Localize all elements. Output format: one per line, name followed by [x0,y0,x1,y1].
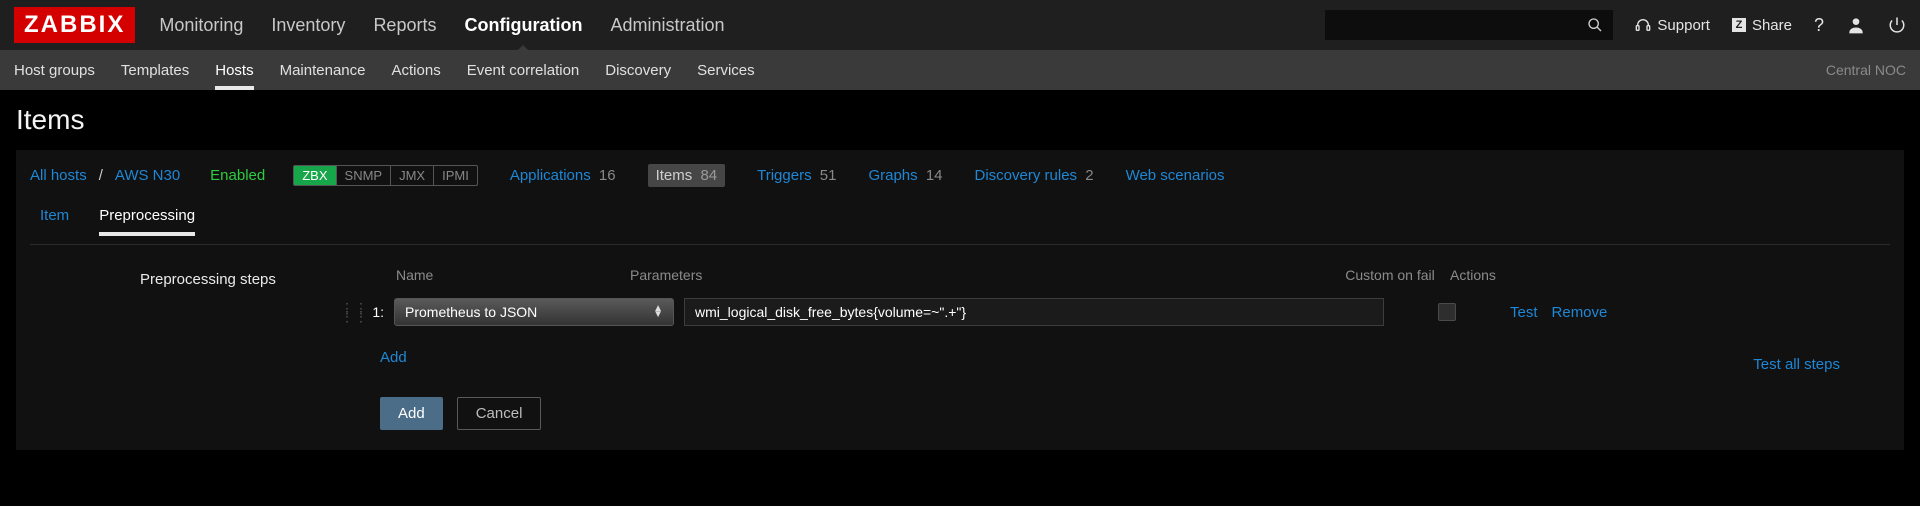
applications-label: Applications [510,167,591,184]
drag-handle-icon[interactable]: ⋮⋮⋮⋮ [340,304,356,320]
triggers-count: 51 [820,167,837,184]
graphs-count: 14 [926,167,943,184]
nav-monitoring[interactable]: Monitoring [159,0,243,50]
add-step-link[interactable]: Add [380,349,407,366]
tabs-underline [30,244,1890,245]
form-tabs: Item Preprocessing [30,207,1890,236]
subnav-discovery[interactable]: Discovery [605,50,671,90]
share-link[interactable]: Z Share [1732,17,1792,34]
step-type-select[interactable]: Prometheus to JSON ▲▼ [394,298,674,326]
breadcrumb-sep: / [99,167,103,184]
test-all-steps-link[interactable]: Test all steps [1753,356,1840,373]
graphs-label: Graphs [868,167,917,184]
nav-reports[interactable]: Reports [373,0,436,50]
nav-administration[interactable]: Administration [610,0,724,50]
iface-snmp: SNMP [337,166,392,185]
col-name-header: Name [340,267,630,283]
applications-link[interactable]: Applications 16 [510,167,616,184]
cancel-button[interactable]: Cancel [457,397,542,430]
iface-zbx: ZBX [294,166,336,185]
step-param-input[interactable] [684,298,1384,326]
host-name-link[interactable]: AWS N30 [115,167,180,184]
triggers-label: Triggers [757,167,811,184]
subnav-actions[interactable]: Actions [392,50,441,90]
support-link[interactable]: Support [1635,17,1710,34]
web-scenarios-link[interactable]: Web scenarios [1126,167,1225,184]
triggers-link[interactable]: Triggers 51 [757,167,836,184]
sub-nav: Host groups Templates Hosts Maintenance … [0,50,1920,90]
select-arrows-icon: ▲▼ [653,306,663,318]
step-test-link[interactable]: Test [1510,304,1538,321]
subnav-host-groups[interactable]: Host groups [14,50,95,90]
context-label: Central NOC [1826,62,1906,78]
step-remove-link[interactable]: Remove [1552,304,1608,321]
help-button[interactable]: ? [1814,15,1824,36]
iface-jmx: JMX [391,166,434,185]
host-breadcrumb: All hosts / AWS N30 Enabled ZBX SNMP JMX… [30,164,1890,187]
user-icon[interactable] [1846,15,1866,35]
nav-inventory[interactable]: Inventory [271,0,345,50]
nav-configuration[interactable]: Configuration [464,0,582,50]
tab-item[interactable]: Item [40,207,69,236]
subnav-maintenance[interactable]: Maintenance [280,50,366,90]
subnav-templates[interactable]: Templates [121,50,189,90]
form-area: Preprocessing steps Name Parameters Cust… [30,267,1890,430]
topbar: ZABBIX Monitoring Inventory Reports Conf… [0,0,1920,50]
interface-badges: ZBX SNMP JMX IPMI [293,165,478,186]
header-row: Preprocessing steps Name Parameters Cust… [140,267,1890,288]
discovery-label: Discovery rules [975,167,1078,184]
add-button[interactable]: Add [380,397,443,430]
step-type-value: Prometheus to JSON [405,304,537,320]
share-z-icon: Z [1732,18,1746,32]
all-hosts-link[interactable]: All hosts [30,167,87,184]
column-headers: Name Parameters Custom on fail Actions [340,267,1890,283]
discovery-link[interactable]: Discovery rules 2 [975,167,1094,184]
col-fail-header: Custom on fail [1330,267,1450,283]
step-index: 1: [366,304,384,320]
support-label: Support [1657,17,1710,34]
host-enabled-label: Enabled [210,167,265,184]
items-current[interactable]: Items 84 [648,164,726,187]
graphs-link[interactable]: Graphs 14 [868,167,942,184]
share-label: Share [1752,17,1792,34]
applications-count: 16 [599,167,616,184]
custom-on-fail-checkbox[interactable] [1438,303,1456,321]
panel: All hosts / AWS N30 Enabled ZBX SNMP JMX… [16,150,1904,450]
discovery-count: 2 [1085,167,1093,184]
content: Items All hosts / AWS N30 Enabled ZBX SN… [0,90,1920,468]
col-params-header: Parameters [630,267,1330,283]
brand-logo[interactable]: ZABBIX [14,7,135,43]
items-label: Items [656,167,693,184]
iface-ipmi: IPMI [434,166,477,185]
search-icon [1587,17,1603,33]
search-input[interactable] [1325,10,1613,40]
subnav-services[interactable]: Services [697,50,755,90]
form-buttons: Add Cancel [340,397,1890,430]
tab-preprocessing[interactable]: Preprocessing [99,207,195,236]
headset-icon [1635,17,1651,33]
step-row: ⋮⋮⋮⋮ 1: Prometheus to JSON ▲▼ Test Remo [340,298,1890,326]
subnav-hosts[interactable]: Hosts [215,50,253,90]
items-count: 84 [700,167,717,184]
main-nav: Monitoring Inventory Reports Configurati… [159,0,724,50]
page-title: Items [16,104,1904,136]
step-1-row: ⋮⋮⋮⋮ 1: Prometheus to JSON ▲▼ Test Remo [140,288,1890,430]
col-actions-header: Actions [1450,267,1600,283]
subnav-event-correlation[interactable]: Event correlation [467,50,580,90]
section-label: Preprocessing steps [140,267,320,288]
top-right: Support Z Share ? [1325,10,1906,40]
row-actions: Test Remove [1510,304,1607,321]
power-icon[interactable] [1888,16,1906,34]
add-step-wrap: Add [380,349,407,366]
custom-on-fail-cell [1394,303,1500,321]
